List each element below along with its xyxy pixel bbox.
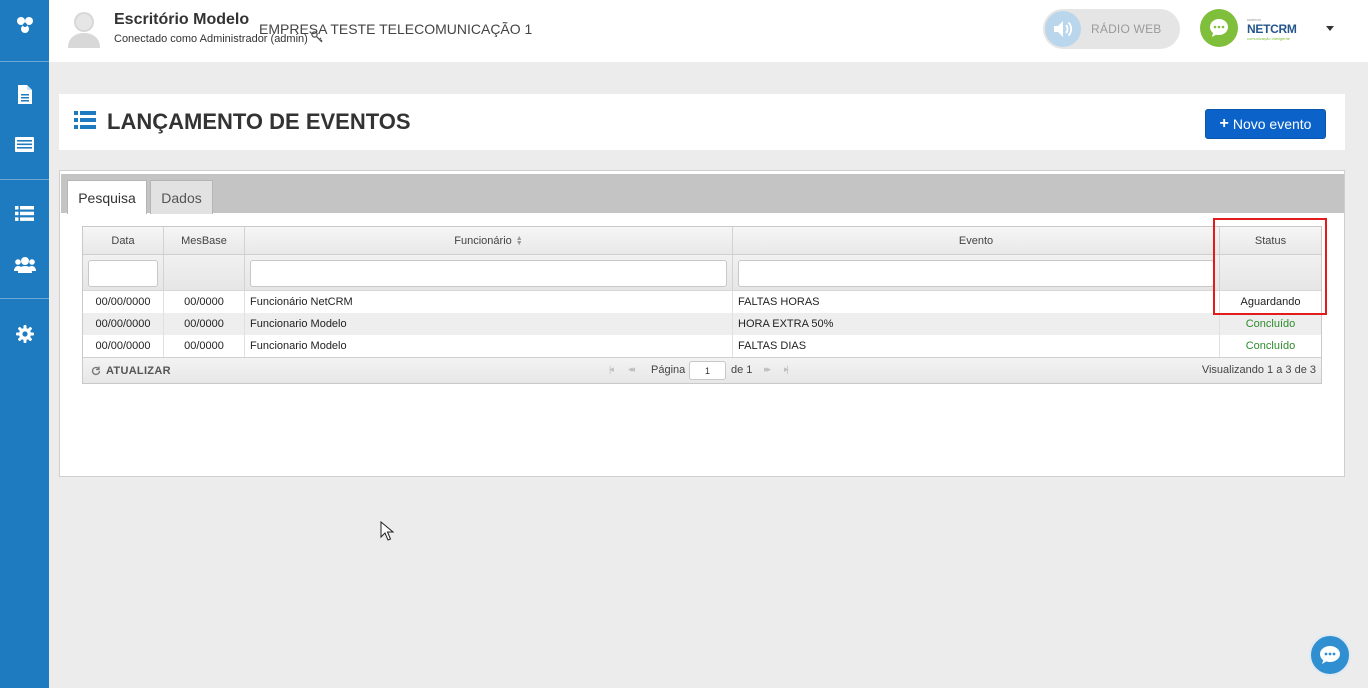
table-row[interactable]: 00/00/0000 00/0000 Funcionario Modelo HO…: [83, 313, 1321, 335]
filter-cell-data: [83, 255, 164, 291]
filter-funcionario-input[interactable]: [250, 260, 727, 287]
status-highlight-box: [1213, 218, 1327, 315]
cell-mesbase: 00/0000: [164, 313, 245, 335]
brand-tagline: comunicação inteligente: [1247, 36, 1290, 41]
column-header-funcionario[interactable]: Funcionário ▲ ▼: [245, 227, 733, 255]
cell-status: Concluído: [1245, 318, 1296, 330]
cell-funcionario: Funcionario Modelo: [245, 335, 733, 357]
sidebar-list-icon[interactable]: [0, 199, 49, 227]
page-number-input[interactable]: 1: [689, 361, 726, 380]
filter-cell-funcionario: [245, 255, 733, 291]
next-page-icon[interactable]: ▸▸: [764, 364, 771, 375]
cell-funcionario: Funcionario Modelo: [245, 313, 733, 335]
tab-dados[interactable]: Dados: [150, 180, 213, 214]
sidebar-divider: [0, 298, 49, 299]
new-event-button[interactable]: + Novo evento: [1205, 109, 1326, 139]
cell-data: 00/00/0000: [83, 335, 164, 357]
column-header-mesbase[interactable]: MesBase: [164, 227, 245, 255]
app-logo-icon[interactable]: [0, 10, 49, 40]
cell-evento: FALTAS HORAS: [733, 291, 1220, 313]
sidebar-divider: [0, 61, 49, 62]
brand-logo: sistema NETCRM comunicação inteligente: [1200, 9, 1300, 49]
refresh-icon: [91, 366, 101, 376]
page-of-label: de 1: [731, 364, 753, 376]
page-label: Página: [651, 364, 686, 376]
table-row[interactable]: 00/00/0000 00/0000 Funcionario Modelo FA…: [83, 335, 1321, 357]
column-header-evento[interactable]: Evento: [733, 227, 1220, 255]
user-avatar-icon[interactable]: [66, 8, 102, 48]
table-row[interactable]: 00/00/0000 00/0000 Funcionário NetCRM FA…: [83, 291, 1321, 313]
page-title: LANÇAMENTO DE EVENTOS: [107, 109, 411, 134]
filter-cell-evento: [733, 255, 1220, 291]
sort-icon[interactable]: ▲ ▼: [516, 235, 523, 247]
cell-data: 00/00/0000: [83, 291, 164, 313]
sidebar-gear-icon[interactable]: [0, 320, 49, 348]
filter-row: [83, 255, 1321, 291]
filter-cell-mesbase: [164, 255, 245, 291]
column-header-data[interactable]: Data: [83, 227, 164, 255]
content-panel: Pesquisa Dados Data MesBase Funcionário …: [59, 170, 1345, 477]
first-page-icon[interactable]: |◂: [609, 364, 614, 375]
refresh-label: ATUALIZAR: [106, 365, 171, 377]
cell-data: 00/00/0000: [83, 313, 164, 335]
list-icon: [74, 111, 96, 134]
view-info: Visualizando 1 a 3 de 3: [1201, 364, 1316, 376]
new-event-label: Novo evento: [1232, 116, 1312, 132]
sidebar-document-icon[interactable]: [0, 80, 49, 108]
filter-data-input[interactable]: [88, 260, 158, 287]
prev-page-icon[interactable]: ◂◂: [628, 364, 635, 375]
top-header: Escritório Modelo Conectado como Adminis…: [49, 0, 1368, 62]
cell-evento: FALTAS DIAS: [733, 335, 1220, 357]
chat-bubble-logo-icon: [1200, 9, 1238, 47]
radio-web-button[interactable]: RÁDIO WEB: [1043, 9, 1180, 49]
grid-header: Data MesBase Funcionário ▲ ▼ Evento Statu…: [83, 227, 1321, 255]
sidebar-divider: [0, 179, 49, 180]
cell-funcionario: Funcionário NetCRM: [245, 291, 733, 313]
chat-support-button[interactable]: [1309, 634, 1351, 676]
plus-icon: +: [1219, 115, 1229, 132]
sidebar-card-icon[interactable]: [0, 130, 49, 158]
events-grid: Data MesBase Funcionário ▲ ▼ Evento Statu…: [82, 226, 1322, 384]
last-page-icon[interactable]: ▸|: [784, 364, 789, 375]
tab-bar: Pesquisa Dados: [61, 174, 1344, 214]
tab-pesquisa[interactable]: Pesquisa: [67, 180, 147, 214]
grid-pager: ATUALIZAR |◂ ◂◂ Página 1 de 1 ▸▸ ▸| Visu…: [83, 357, 1321, 383]
cell-mesbase: 00/0000: [164, 291, 245, 313]
title-panel: LANÇAMENTO DE EVENTOS + Novo evento: [59, 94, 1345, 150]
speaker-icon: [1045, 11, 1081, 47]
user-menu-caret-icon[interactable]: [1326, 26, 1334, 31]
filter-evento-input[interactable]: [738, 260, 1214, 287]
column-header-funcionario-label: Funcionário: [454, 235, 512, 247]
refresh-button[interactable]: ATUALIZAR: [91, 365, 171, 377]
sidebar: [0, 0, 49, 688]
cell-evento: HORA EXTRA 50%: [733, 313, 1220, 335]
chat-icon: [1320, 646, 1340, 664]
brand-name: NETCRM: [1247, 22, 1297, 36]
radio-web-label: RÁDIO WEB: [1091, 22, 1162, 36]
sidebar-users-icon[interactable]: [0, 250, 49, 278]
company-name: Escritório Modelo: [114, 11, 250, 28]
mouse-cursor-icon: [380, 520, 395, 546]
cell-mesbase: 00/0000: [164, 335, 245, 357]
cell-status: Concluído: [1245, 340, 1296, 352]
subcompany-name: EMPRESA TESTE TELECOMUNICAÇÃO 1: [259, 21, 533, 37]
